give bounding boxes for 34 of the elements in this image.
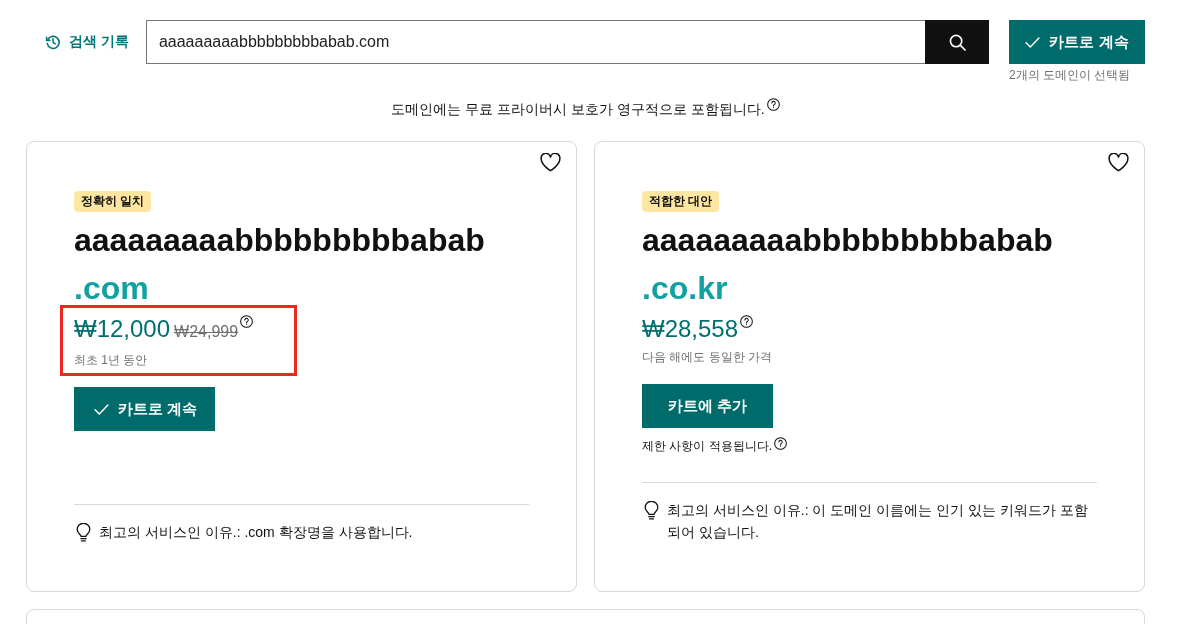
match-badge: 적합한 대안 [642,191,720,212]
history-icon [45,34,61,50]
heart-icon[interactable] [540,153,561,172]
price: ₩12,000 [74,315,171,343]
lightbulb-icon [644,501,659,520]
help-icon[interactable] [766,98,780,111]
price-note: 최초 1년 동안 [74,352,149,369]
cart-button[interactable]: 카트로 계속 [74,387,216,431]
domain-name: aaaaaaaaabbbbbbbbbabab [642,221,1053,260]
help-icon[interactable] [740,315,754,328]
privacy-note: 도메인에는 무료 프라이버시 보호가 영구적으로 포함됩니다. [391,100,765,119]
search-button[interactable] [925,20,989,64]
search-field[interactable]: aaaaaaaaabbbbbbbbbabab.com [145,20,925,64]
price: ₩28,558 [642,315,739,343]
help-icon[interactable] [774,437,787,450]
lightbulb-icon [76,523,91,542]
match-badge: 정확히 일치 [74,191,152,212]
search-icon [948,33,966,51]
heart-icon[interactable] [1108,153,1129,172]
original-price: ₩24,999 [174,322,239,342]
help-icon[interactable] [240,315,254,328]
check-icon [94,403,109,415]
search-history-link[interactable]: 검색 기록 [45,20,129,64]
price-note: 다음 해에도 동일한 가격 [642,349,772,366]
domain-extension: .com [74,269,149,308]
cart-button[interactable]: 카트에 추가 [642,384,774,428]
reason-text: 최고의 서비스인 이유.: .com 확장명을 사용합니다. [99,523,413,542]
domain-name: aaaaaaaaabbbbbbbbbabab [74,221,485,260]
restriction-note: 제한 사항이 적용됩니다. [642,438,772,455]
domain-extension: .co.kr [642,269,728,308]
continue-to-cart-button[interactable]: 카트로 계속 [1009,20,1145,64]
selection-count: 2개의 도메인이 선택됨 [1009,67,1131,84]
reason-text: 최고의 서비스인 이유.: 이 도메인 이름에는 인기 있는 키워드가 포함되어 있습니다. [667,501,1089,542]
check-icon [1025,36,1041,48]
